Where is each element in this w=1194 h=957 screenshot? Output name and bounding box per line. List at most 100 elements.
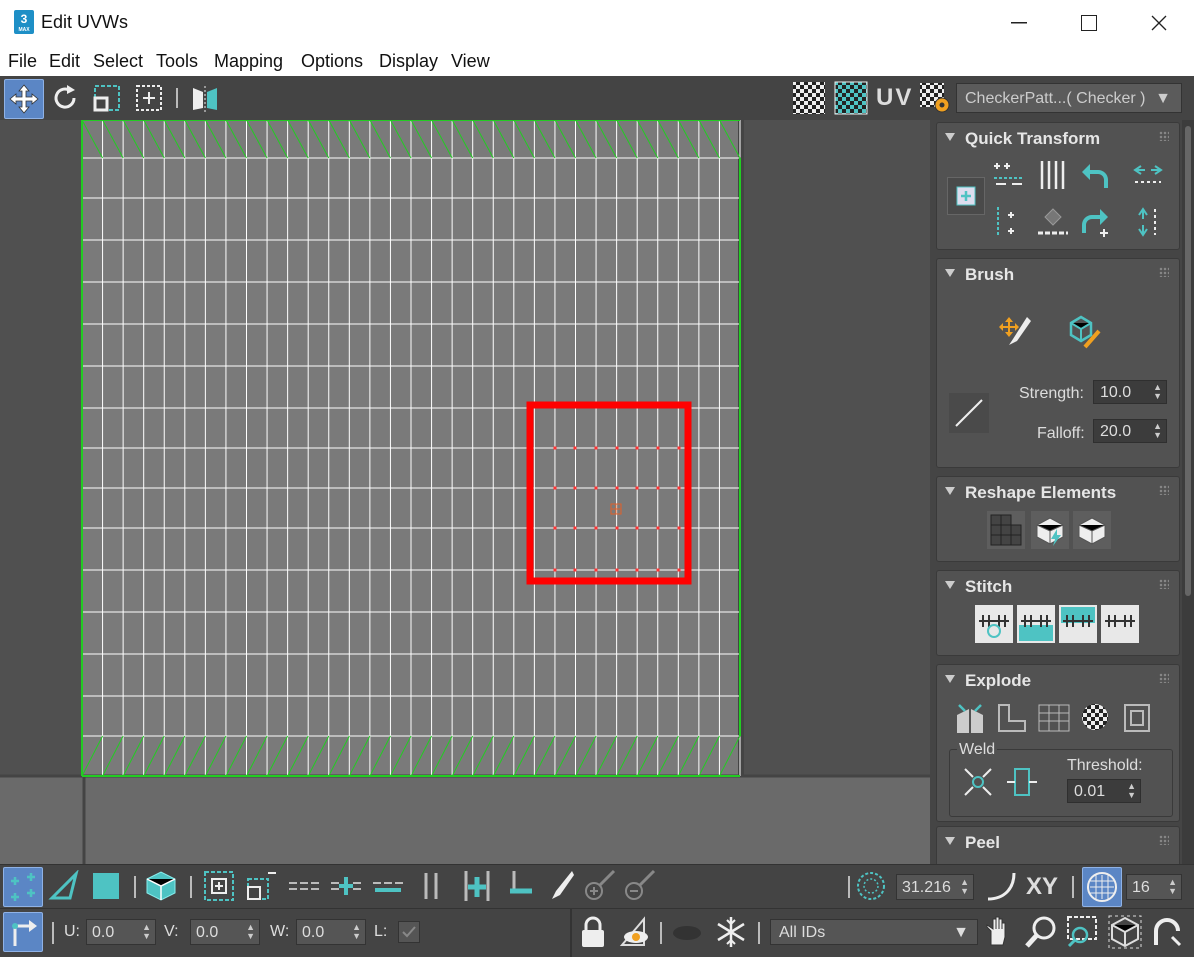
grow-ring-button[interactable] — [458, 867, 496, 905]
stitch-title[interactable]: Stitch — [965, 577, 1012, 597]
zoom-button[interactable] — [1022, 913, 1060, 951]
texture-settings-button[interactable] — [916, 79, 954, 117]
spinner-arrows-icon[interactable]: ▲ ▼ — [142, 923, 151, 941]
shrink-selection-button[interactable] — [240, 867, 278, 905]
split-by-material-button[interactable] — [1035, 699, 1073, 737]
peel-title[interactable]: Peel — [965, 833, 1000, 853]
show-hidden-button[interactable] — [616, 913, 654, 951]
selected-vertex[interactable] — [615, 446, 619, 450]
checker-toggle-button[interactable] — [790, 79, 828, 117]
relax-button[interactable] — [1073, 511, 1111, 549]
selected-vertex[interactable] — [573, 568, 577, 572]
pan-button[interactable] — [980, 913, 1018, 951]
u-spinner[interactable]: 0.0 ▲ ▼ — [86, 919, 156, 945]
straighten-selection-button[interactable] — [987, 511, 1025, 549]
weld-target-button[interactable] — [1003, 763, 1041, 801]
grow-selection-button[interactable] — [200, 867, 238, 905]
align-horizontal-center-button[interactable] — [1129, 157, 1167, 193]
element-mode-button[interactable] — [142, 867, 180, 905]
w-spinner[interactable]: 0.0 ▲ ▼ — [296, 919, 366, 945]
spinner-arrows-icon[interactable]: ▲ ▼ — [352, 923, 361, 941]
quick-transform-title[interactable]: Quick Transform — [965, 129, 1100, 149]
menu-options[interactable]: Options — [301, 51, 363, 72]
shrink-ring-button[interactable] — [500, 867, 538, 905]
split-by-smoothing-button[interactable] — [993, 699, 1031, 737]
absolute-offset-button[interactable] — [3, 912, 43, 952]
uv-editor-viewport[interactable] — [0, 120, 930, 864]
rotate-cw-button[interactable] — [1077, 203, 1113, 241]
paint-select-button[interactable] — [540, 867, 578, 905]
spinner-arrows-icon[interactable]: ▲ ▼ — [1153, 422, 1162, 440]
selected-vertex[interactable] — [594, 446, 598, 450]
explode-title[interactable]: Explode — [965, 671, 1031, 691]
brush-mode-button[interactable] — [949, 393, 989, 433]
lock-selection-button[interactable] — [574, 913, 612, 951]
menu-select[interactable]: Select — [93, 51, 143, 72]
selected-vertex[interactable] — [677, 446, 681, 450]
spinner-arrows-icon[interactable]: ▲ ▼ — [1127, 782, 1136, 800]
falloff-spinner[interactable]: 20.0 ▲ ▼ — [1093, 419, 1167, 443]
selected-vertex[interactable] — [656, 568, 660, 572]
collapse-triangle-icon[interactable] — [945, 269, 955, 277]
selected-vertex[interactable] — [553, 446, 557, 450]
selected-vertex[interactable] — [677, 526, 681, 530]
polygon-mode-button[interactable] — [87, 867, 125, 905]
hide-button[interactable] — [668, 913, 706, 951]
selected-vertex[interactable] — [635, 526, 639, 530]
selected-vertex[interactable] — [594, 526, 598, 530]
selected-vertex[interactable] — [635, 446, 639, 450]
selected-vertex[interactable] — [677, 486, 681, 490]
shrink-brush-button[interactable] — [620, 867, 658, 905]
show-map-button[interactable] — [832, 79, 870, 117]
grow-loop-button[interactable] — [328, 867, 366, 905]
menu-display[interactable]: Display — [379, 51, 438, 72]
loop-select-button[interactable] — [286, 867, 324, 905]
strength-spinner[interactable]: 10.0 ▲ ▼ — [1093, 380, 1167, 404]
edge-mode-button[interactable] — [45, 867, 83, 905]
stitch-to-average-button[interactable] — [1059, 605, 1097, 643]
space-horizontal-button[interactable] — [1035, 157, 1071, 193]
selected-vertex[interactable] — [553, 486, 557, 490]
align-horizontal-button[interactable] — [989, 157, 1025, 193]
stitch-custom-button[interactable] — [975, 605, 1013, 643]
selected-vertex[interactable] — [677, 568, 681, 572]
spinner-arrows-icon[interactable]: ▲ ▼ — [246, 923, 255, 941]
grid-snap-button[interactable] — [1082, 867, 1122, 907]
spinner-arrows-icon[interactable]: ▲ ▼ — [1168, 878, 1177, 896]
menu-edit[interactable]: Edit — [49, 51, 80, 72]
collapse-triangle-icon[interactable] — [945, 487, 955, 495]
soft-selection-spinner[interactable]: 31.216 ▲ ▼ — [896, 874, 974, 900]
relax-brush-button[interactable] — [1063, 311, 1103, 351]
menu-mapping[interactable]: Mapping — [214, 51, 283, 72]
shrink-loop-button[interactable] — [370, 867, 408, 905]
weld-selected-button[interactable] — [959, 763, 997, 801]
menu-tools[interactable]: Tools — [156, 51, 198, 72]
selected-vertex[interactable] — [615, 568, 619, 572]
align-vertical-center-button[interactable] — [1129, 203, 1167, 241]
freeform-button[interactable] — [130, 79, 168, 117]
selected-vertex[interactable] — [615, 486, 619, 490]
uv-mode-label[interactable]: UV — [876, 84, 913, 112]
panel-scrollbar-thumb[interactable] — [1185, 126, 1191, 596]
ring-select-button[interactable] — [412, 867, 450, 905]
material-id-dropdown[interactable]: All IDs ▼ — [770, 919, 978, 945]
stitch-to-source-button[interactable] — [1101, 605, 1139, 643]
menu-view[interactable]: View — [451, 51, 490, 72]
move-button[interactable] — [4, 79, 44, 119]
selected-vertex[interactable] — [553, 568, 557, 572]
reshape-elements-title[interactable]: Reshape Elements — [965, 483, 1116, 503]
scale-button[interactable] — [88, 79, 126, 117]
collapse-triangle-icon[interactable] — [945, 837, 955, 845]
spinner-arrows-icon[interactable]: ▲ ▼ — [960, 878, 969, 896]
minimize-button[interactable] — [984, 0, 1054, 46]
set-pivot-button[interactable] — [947, 177, 985, 215]
xy-space-button[interactable]: XY — [1026, 873, 1058, 901]
vertex-mode-button[interactable] — [3, 867, 43, 907]
straighten-button[interactable] — [1035, 203, 1071, 241]
snap-options-button[interactable] — [1148, 913, 1186, 951]
maximize-button[interactable] — [1054, 0, 1124, 46]
selected-vertex[interactable] — [594, 486, 598, 490]
collapse-triangle-icon[interactable] — [945, 581, 955, 589]
zoom-extents-button[interactable] — [1106, 913, 1144, 951]
freeze-button[interactable] — [712, 913, 750, 951]
